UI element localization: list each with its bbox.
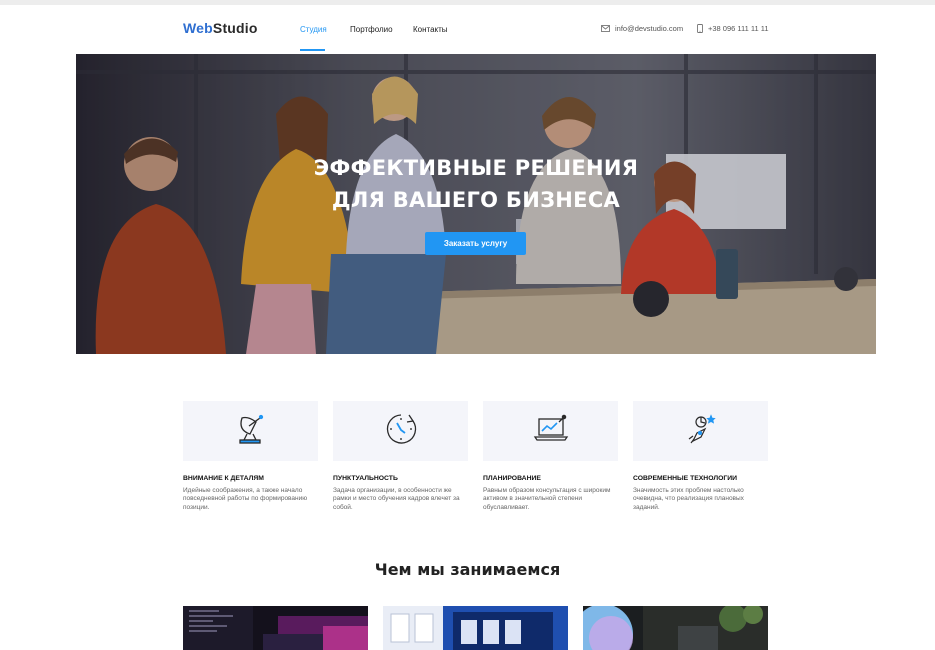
section-title: Чем мы занимаемся	[374, 560, 561, 579]
feature-icon-box	[483, 401, 618, 461]
site-header: WebStudio Студия Портфолио Контакты info…	[0, 5, 935, 52]
mail-icon	[601, 25, 610, 32]
email-link[interactable]: info@devstudio.com	[601, 24, 683, 33]
nav-active-underline	[300, 49, 325, 51]
code-screen-image	[183, 606, 368, 650]
feature-icon-box	[183, 401, 318, 461]
hero-title: ЭФФЕКТИВНЫЕ РЕШЕНИЯ ДЛЯ ВАШЕГО БИЗНЕСА	[76, 152, 876, 216]
feature-card: ПУНКТУАЛЬНОСТЬ Задача организации, в осо…	[333, 401, 468, 512]
clock-icon	[383, 411, 419, 452]
monitor-plants-image	[583, 606, 768, 650]
service-card-image[interactable]	[583, 606, 768, 650]
feature-text: Идейные соображения, а также начало повс…	[183, 487, 308, 511]
feature-icon-box	[333, 401, 468, 461]
order-service-button[interactable]: Заказать услугу	[425, 232, 526, 255]
feature-title: ПЛАНИРОВАНИЕ	[483, 475, 541, 482]
logo-rest: Studio	[212, 20, 258, 36]
feature-title: СОВРЕМЕННЫЕ ТЕХНОЛОГИИ	[633, 475, 738, 482]
logo[interactable]: WebStudio	[183, 20, 258, 36]
phone-icon	[697, 24, 703, 33]
nav-item-studio[interactable]: Студия	[300, 25, 327, 34]
feature-text: Задача организации, в особенности же рам…	[333, 487, 460, 511]
feature-title: ВНИМАНИЕ К ДЕТАЛЯМ	[183, 475, 264, 482]
feature-text: Равным образом консультация с широким ак…	[483, 487, 611, 511]
nav-item-portfolio[interactable]: Портфолио	[350, 25, 393, 34]
feature-card: ВНИМАНИЕ К ДЕТАЛЯМ Идейные соображения, …	[183, 401, 318, 512]
phone-link[interactable]: +38 096 111 11 11	[697, 24, 769, 33]
nav-item-contacts[interactable]: Контакты	[413, 25, 448, 34]
service-card-image[interactable]	[383, 606, 568, 650]
feature-title: ПУНКТУАЛЬНОСТЬ	[333, 475, 398, 482]
phone-text: +38 096 111 11 11	[708, 24, 769, 33]
service-card-image[interactable]	[183, 606, 368, 650]
ui-design-image	[383, 606, 568, 650]
feature-text: Значимость этих проблем настолько очевид…	[633, 487, 744, 511]
hero-title-line-1: ЭФФЕКТИВНЫЕ РЕШЕНИЯ	[313, 156, 639, 180]
email-text: info@devstudio.com	[615, 24, 684, 33]
feature-icon-box	[633, 401, 768, 461]
feature-card: ПЛАНИРОВАНИЕ Равным образом консультация…	[483, 401, 618, 512]
logo-accent: Web	[183, 20, 213, 36]
feature-card: СОВРЕМЕННЫЕ ТЕХНОЛОГИИ Значимость этих п…	[633, 401, 768, 512]
satellite-dish-icon	[234, 412, 268, 451]
hero-title-line-2: ДЛЯ ВАШЕГО БИЗНЕСА	[331, 188, 621, 212]
laptop-chart-icon	[533, 414, 569, 449]
rocket-icon	[683, 411, 719, 452]
hero-banner: ЭФФЕКТИВНЫЕ РЕШЕНИЯ ДЛЯ ВАШЕГО БИЗНЕСА З…	[76, 54, 876, 354]
